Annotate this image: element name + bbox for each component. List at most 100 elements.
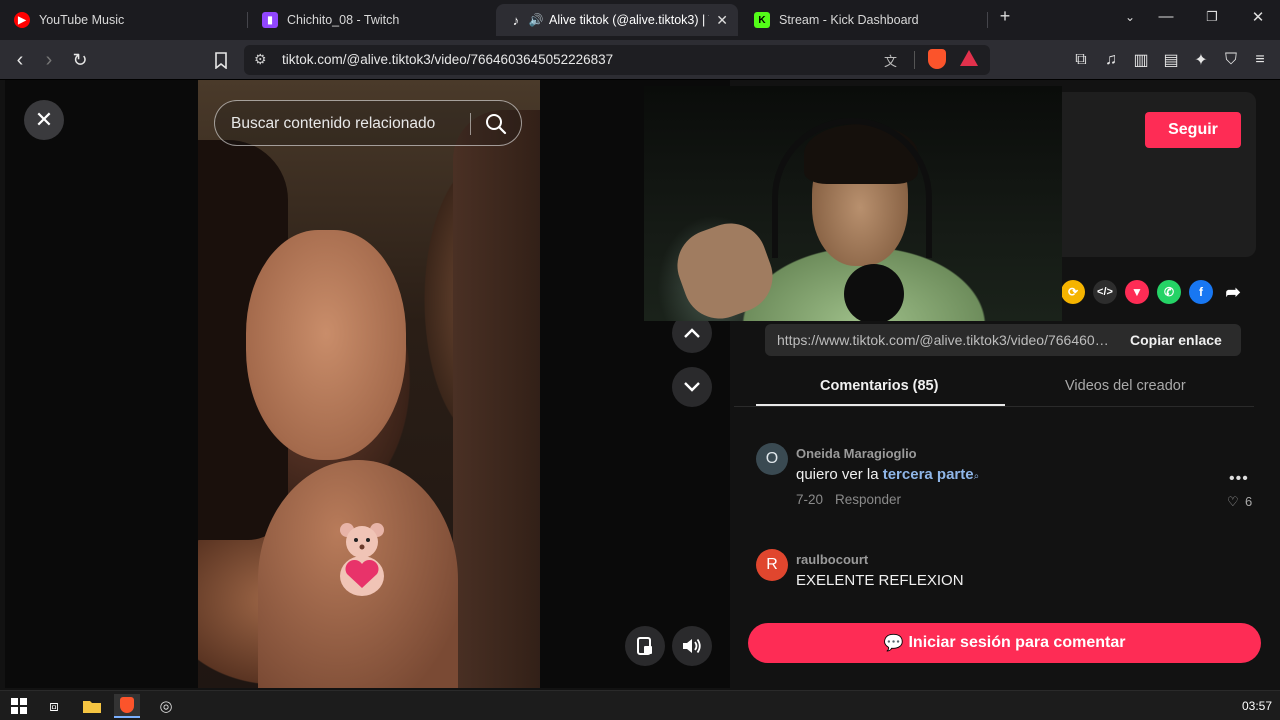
- media-icon[interactable]: ♫: [1099, 48, 1123, 72]
- more-options-icon[interactable]: •••: [1229, 470, 1249, 488]
- tab-divider: [734, 406, 1254, 407]
- url-text: tiktok.com/@alive.tiktok3/video/76646036…: [282, 52, 614, 67]
- teddy-bear-sticker: [340, 523, 384, 596]
- video-frame-face: [246, 230, 406, 460]
- leo-ai-icon[interactable]: ✦: [1189, 48, 1213, 72]
- search-icon[interactable]: [485, 113, 507, 135]
- embed-icon[interactable]: </>: [1093, 280, 1117, 304]
- extensions-icon[interactable]: ⧉: [1069, 48, 1093, 72]
- minimize-icon[interactable]: —: [1154, 8, 1178, 25]
- back-icon[interactable]: ‹: [8, 48, 32, 72]
- like-count: 6: [1245, 494, 1253, 509]
- comment-list-clip: [730, 598, 1280, 620]
- brave-rewards-icon[interactable]: [960, 50, 978, 66]
- share-arrow-icon[interactable]: ➦: [1221, 280, 1245, 304]
- comment-date: 7-20: [796, 492, 824, 507]
- search-icon: ⌕: [973, 471, 980, 482]
- share-link-url[interactable]: https://www.tiktok.com/@alive.tiktok3/vi…: [777, 332, 1113, 348]
- kick-icon: K: [754, 12, 770, 28]
- close-tab-icon[interactable]: ✕: [716, 12, 728, 29]
- reload-icon[interactable]: ↻: [68, 48, 92, 72]
- twitch-icon: ▮: [262, 12, 278, 28]
- avatar[interactable]: O: [756, 443, 788, 475]
- close-video-button[interactable]: ✕: [24, 100, 64, 140]
- site-settings-icon[interactable]: ⚙: [254, 51, 267, 68]
- like-icon[interactable]: ♡: [1227, 494, 1239, 510]
- brave-shields-icon[interactable]: [928, 49, 946, 69]
- tab-label: Stream - Kick Dashboard: [779, 13, 919, 27]
- new-tab-icon[interactable]: +: [993, 6, 1017, 27]
- youtube-music-icon: ▶: [14, 12, 30, 28]
- close-window-icon[interactable]: ✕: [1246, 8, 1270, 26]
- next-video-button[interactable]: [672, 367, 712, 407]
- file-explorer-icon[interactable]: [79, 694, 105, 718]
- bookmark-icon[interactable]: [209, 48, 233, 72]
- vpn-shield-icon[interactable]: ⛉: [1219, 48, 1243, 72]
- menu-icon[interactable]: ≡: [1248, 48, 1272, 72]
- webcam-microphone: [844, 264, 904, 321]
- obs-icon[interactable]: ◎: [153, 694, 179, 718]
- address-bar[interactable]: ⚙ tiktok.com/@alive.tiktok3/video/766460…: [244, 45, 990, 75]
- tab-twitch[interactable]: ▮ Chichito_08 - Twitch: [248, 4, 496, 36]
- chevron-up-icon: [684, 328, 700, 338]
- tab-tiktok-active[interactable]: ♪ 🔊 Alive tiktok (@alive.tiktok3) | T ✕: [496, 4, 738, 36]
- tab-label: Alive tiktok (@alive.tiktok3) | T: [549, 13, 709, 27]
- comment-username[interactable]: raulbocourt: [796, 552, 868, 567]
- volume-icon: [683, 638, 701, 654]
- browser-toolbar: ‹ › ↻ ⚙ tiktok.com/@alive.tiktok3/video/…: [0, 40, 1280, 80]
- floating-player-button[interactable]: [625, 626, 665, 666]
- tab-label: Chichito_08 - Twitch: [287, 13, 400, 27]
- search-input[interactable]: Buscar contenido relacionado: [231, 115, 435, 133]
- translate-icon[interactable]: 文: [884, 51, 897, 70]
- login-label: Iniciar sesión para comentar: [908, 634, 1126, 651]
- active-tab-indicator: [756, 404, 1005, 406]
- comment-text: EXELENTE REFLEXION: [796, 572, 964, 589]
- avatar[interactable]: R: [756, 549, 788, 581]
- comment-search-link[interactable]: tercera parte: [883, 466, 974, 483]
- task-view-icon[interactable]: ⧈: [41, 694, 67, 718]
- send-icon[interactable]: ▼: [1125, 280, 1149, 304]
- sidebar-icon[interactable]: ▥: [1129, 48, 1153, 72]
- whatsapp-icon[interactable]: ✆: [1157, 280, 1181, 304]
- speaker-icon: 🔊: [528, 13, 544, 27]
- restore-icon[interactable]: ❐: [1200, 9, 1224, 25]
- divider: [914, 51, 915, 69]
- tab-youtube-music[interactable]: ▶ YouTube Music: [0, 4, 246, 36]
- video-frame-man: [453, 110, 540, 688]
- video-player[interactable]: [198, 80, 540, 688]
- follow-button[interactable]: Seguir: [1145, 112, 1241, 148]
- windows-start-icon[interactable]: [6, 694, 32, 718]
- forward-icon[interactable]: ›: [37, 48, 61, 72]
- tab-separator: [987, 12, 988, 28]
- reply-button[interactable]: Responder: [835, 492, 901, 507]
- comment-username[interactable]: Oneida Maragioglio: [796, 446, 917, 461]
- picture-in-picture-icon: [637, 637, 652, 655]
- comment-bubble-icon: 💬: [883, 635, 904, 652]
- wallet-icon[interactable]: ▤: [1159, 48, 1183, 72]
- webcam-overlay: [644, 86, 1062, 321]
- windows-taskbar: ⧈ ◎ 03:57: [0, 690, 1280, 720]
- tiktok-page: ✕ Buscar contenido relacionado Seguir ⟳ …: [0, 80, 1280, 688]
- comment-text-prefix: quiero ver la: [796, 466, 883, 483]
- share-link-box: https://www.tiktok.com/@alive.tiktok3/vi…: [765, 324, 1241, 356]
- volume-button[interactable]: [672, 626, 712, 666]
- video-area: ✕ Buscar contenido relacionado: [5, 80, 730, 688]
- tab-creator-videos[interactable]: Videos del creador: [1065, 378, 1186, 394]
- tiktok-icon: ♪: [512, 12, 520, 28]
- comment-text: quiero ver la tercera parte⌕: [796, 466, 979, 483]
- tab-kick[interactable]: K Stream - Kick Dashboard: [740, 4, 986, 36]
- tab-label: YouTube Music: [39, 13, 125, 27]
- brave-browser-icon[interactable]: [114, 694, 140, 718]
- webcam-hand: [667, 213, 783, 321]
- login-to-comment-button[interactable]: 💬 Iniciar sesión para comentar: [748, 623, 1261, 663]
- chevron-down-icon: [684, 382, 700, 392]
- facebook-icon[interactable]: f: [1189, 280, 1213, 304]
- taskbar-clock: 03:57: [1241, 699, 1272, 713]
- search-divider: [470, 113, 471, 135]
- chevron-down-icon[interactable]: ⌄: [1118, 10, 1142, 24]
- tab-comments[interactable]: Comentarios (85): [820, 378, 938, 394]
- browser-tab-strip: ▶ YouTube Music ▮ Chichito_08 - Twitch ♪…: [0, 0, 1280, 40]
- copy-link-button[interactable]: Copiar enlace: [1130, 332, 1222, 348]
- related-search-box[interactable]: Buscar contenido relacionado: [214, 100, 522, 146]
- repost-icon[interactable]: ⟳: [1061, 280, 1085, 304]
